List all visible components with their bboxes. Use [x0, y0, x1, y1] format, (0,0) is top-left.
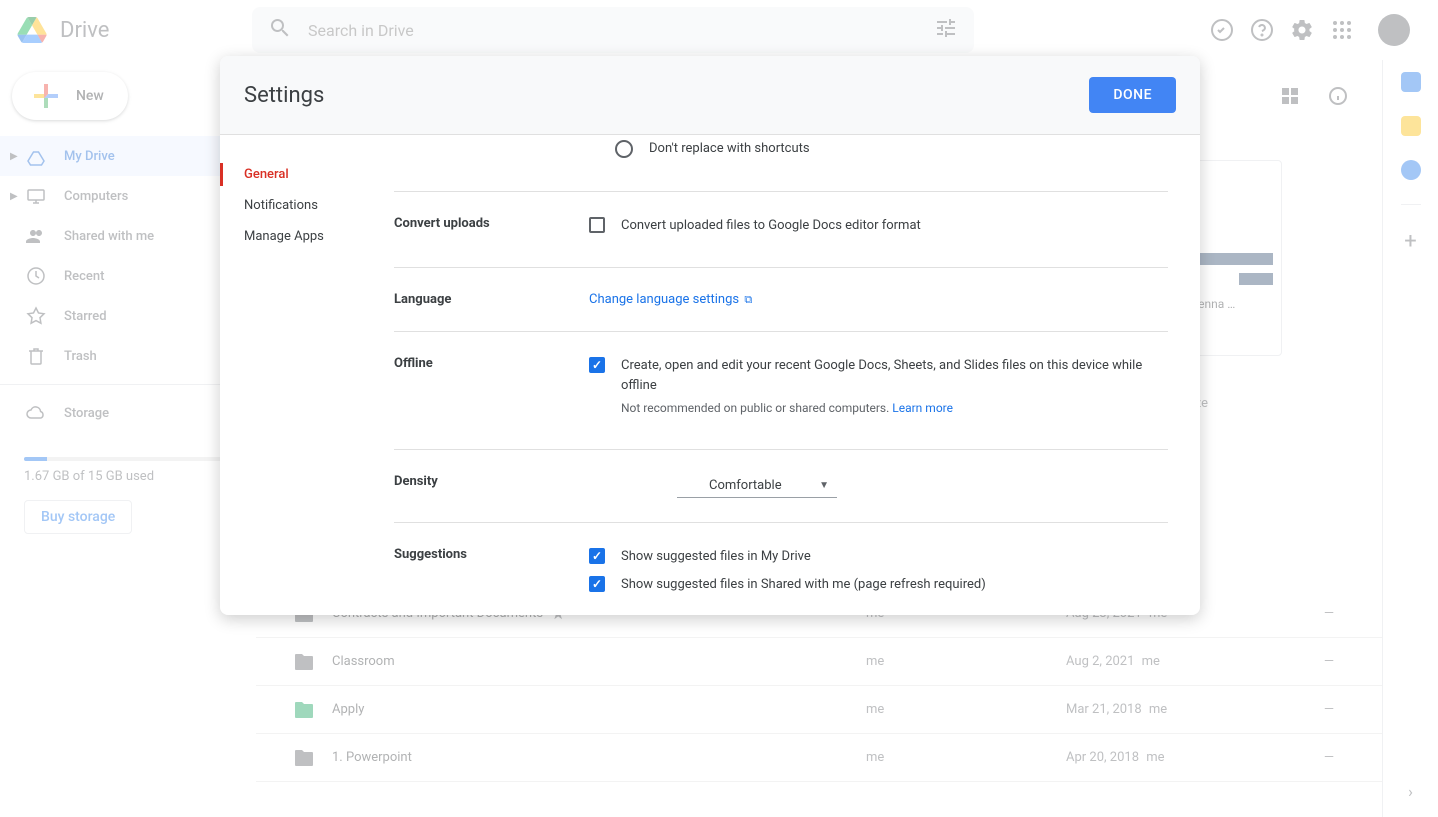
setting-label: Offline: [394, 356, 589, 425]
modal-body: General Notifications Manage Apps Don't …: [220, 135, 1200, 615]
setting-label: Convert uploads: [394, 216, 589, 244]
checkbox-option[interactable]: Create, open and edit your recent Google…: [589, 356, 1168, 417]
setting-control: Comfortable ▼: [589, 474, 1168, 498]
setting-row-shortcuts: Don't replace with shortcuts: [394, 135, 1168, 192]
settings-nav-notifications[interactable]: Notifications: [220, 190, 370, 221]
option-text: Show suggested files in My Drive: [621, 547, 1168, 567]
checkbox-icon: [589, 548, 605, 564]
radio-icon: [615, 140, 633, 158]
option-text: Show suggested files in Shared with me (…: [621, 575, 1168, 595]
option-text: Create, open and edit your recent Google…: [621, 356, 1168, 417]
option-subtext: Not recommended on public or shared comp…: [621, 399, 1168, 417]
settings-nav: General Notifications Manage Apps: [220, 135, 370, 615]
done-button[interactable]: DONE: [1089, 77, 1176, 113]
radio-option[interactable]: Don't replace with shortcuts: [615, 139, 1168, 159]
setting-label: Density: [394, 474, 589, 498]
checkbox-option[interactable]: Show suggested files in Shared with me (…: [589, 575, 1168, 595]
setting-row-convert: Convert uploads Convert uploaded files t…: [394, 192, 1168, 269]
option-text: Don't replace with shortcuts: [649, 139, 1168, 159]
external-link-icon: ⧉: [744, 293, 752, 306]
modal-title: Settings: [244, 83, 324, 108]
settings-nav-general[interactable]: General: [220, 159, 370, 190]
setting-control: Create, open and edit your recent Google…: [589, 356, 1168, 425]
checkbox-icon: [589, 576, 605, 592]
change-language-link[interactable]: Change language settings ⧉: [589, 292, 752, 307]
setting-label: Language: [394, 292, 589, 307]
checkbox-icon: [589, 357, 605, 373]
settings-nav-manage-apps[interactable]: Manage Apps: [220, 221, 370, 252]
checkbox-option[interactable]: Convert uploaded files to Google Docs ed…: [589, 216, 1168, 236]
density-value: Comfortable: [709, 478, 782, 493]
setting-row-density: Density Comfortable ▼: [394, 450, 1168, 523]
checkbox-option[interactable]: Show suggested files in My Drive: [589, 547, 1168, 567]
setting-row-suggestions: Suggestions Show suggested files in My D…: [394, 523, 1168, 615]
setting-control: Change language settings ⧉: [589, 292, 1168, 307]
settings-modal: Settings DONE General Notifications Mana…: [220, 56, 1200, 615]
checkbox-icon: [589, 217, 605, 233]
dropdown-arrow-icon: ▼: [819, 480, 829, 491]
setting-control: Convert uploaded files to Google Docs ed…: [589, 216, 1168, 244]
learn-more-link[interactable]: Learn more: [892, 401, 953, 415]
modal-header: Settings DONE: [220, 56, 1200, 135]
option-text: Convert uploaded files to Google Docs ed…: [621, 216, 1168, 236]
setting-row-offline: Offline Create, open and edit your recen…: [394, 332, 1168, 450]
setting-control: Don't replace with shortcuts: [589, 139, 1168, 167]
setting-control: Show suggested files in My Drive Show su…: [589, 547, 1168, 602]
setting-label: Suggestions: [394, 547, 589, 602]
density-select[interactable]: Comfortable ▼: [677, 474, 837, 498]
settings-content[interactable]: Don't replace with shortcuts Convert upl…: [370, 135, 1200, 615]
setting-label: [394, 139, 589, 167]
setting-row-language: Language Change language settings ⧉: [394, 268, 1168, 332]
